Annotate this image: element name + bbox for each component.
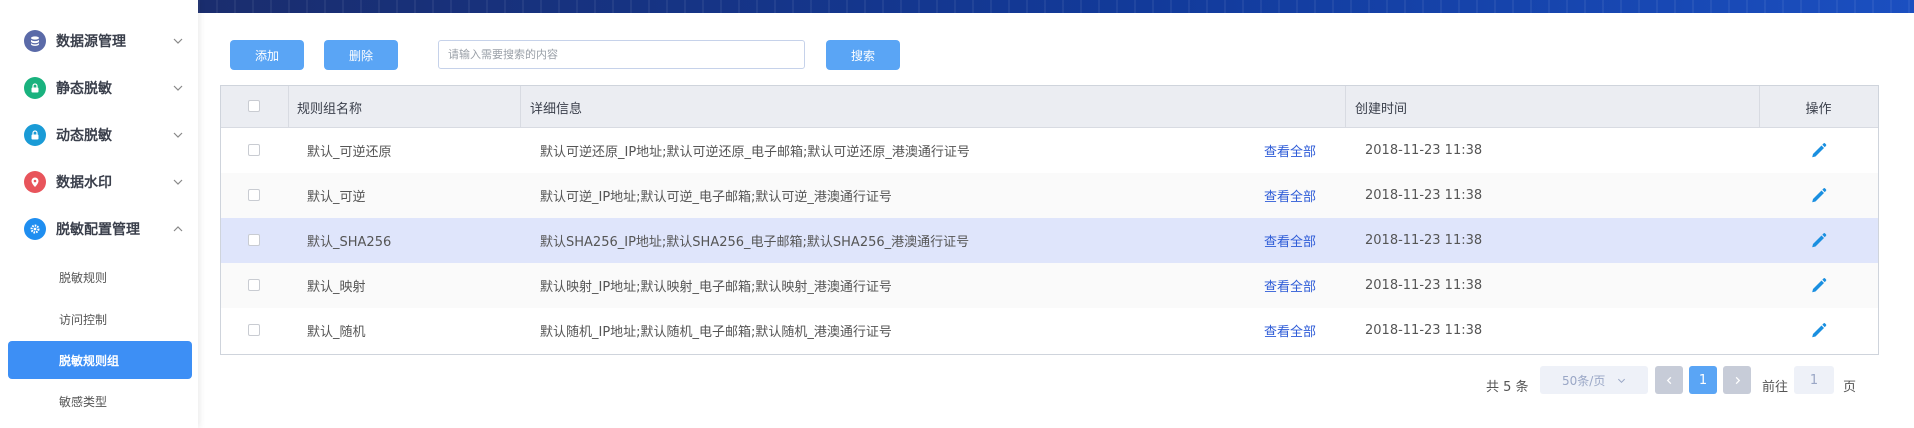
header-detail: 详细信息 xyxy=(530,101,583,117)
row-checkbox[interactable] xyxy=(248,324,260,336)
lock-icon xyxy=(24,77,46,99)
view-all-link[interactable]: 查看全部 xyxy=(1264,128,1316,173)
view-all-link[interactable]: 查看全部 xyxy=(1264,263,1316,308)
lock-icon xyxy=(24,124,46,146)
table-header: 规则组名称 详细信息 创建时间 操作 xyxy=(221,86,1878,128)
chevron-down-icon xyxy=(173,38,183,44)
sidebar: 数据源管理 静态脱敏 动态脱敏 数据水印 脱敏配置管理 脱敏规则 访问控制 脱敏… xyxy=(0,0,198,428)
cell-name: 默认_随机 xyxy=(307,325,366,340)
cell-created-time: 2018-11-23 11:38 xyxy=(1365,233,1483,248)
edit-icon[interactable] xyxy=(1809,140,1827,160)
menu-label: 动态脱敏 xyxy=(56,128,112,144)
search-button[interactable]: 搜索 xyxy=(826,40,900,70)
header-name: 规则组名称 xyxy=(297,101,363,117)
cell-name: 默认_可逆还原 xyxy=(307,145,392,160)
row-checkbox[interactable] xyxy=(248,144,260,156)
column-divider xyxy=(1345,86,1346,128)
submenu-item-access-control[interactable]: 访问控制 xyxy=(8,300,192,338)
cell-detail: 默认映射_IP地址;默认映射_电子邮箱;默认映射_港澳通行证号 xyxy=(540,280,892,295)
page-suffix: 页 xyxy=(1843,379,1857,395)
menu-label: 脱敏配置管理 xyxy=(56,222,140,238)
submenu-item-masking-rules[interactable]: 脱敏规则 xyxy=(8,258,192,296)
row-checkbox[interactable] xyxy=(248,279,260,291)
cell-detail: 默认可逆_IP地址;默认可逆_电子邮箱;默认可逆_港澳通行证号 xyxy=(540,190,892,205)
header-action: 操作 xyxy=(1805,101,1832,117)
gear-icon xyxy=(24,218,46,240)
submenu-item-sensitive-types[interactable]: 敏感类型 xyxy=(8,382,192,420)
menu-item-dynamic-masking[interactable]: 动态脱敏 xyxy=(0,112,198,158)
edit-icon[interactable] xyxy=(1809,185,1827,205)
menu-item-datasource[interactable]: 数据源管理 xyxy=(0,18,198,64)
table-row[interactable]: 默认_可逆还原 默认可逆还原_IP地址;默认可逆还原_电子邮箱;默认可逆还原_港澳… xyxy=(221,128,1878,173)
top-banner xyxy=(198,0,1914,13)
chevron-left-icon xyxy=(1666,376,1671,384)
total-count: 共 5 条 xyxy=(1486,379,1529,395)
delete-button[interactable]: 删除 xyxy=(324,40,398,70)
edit-icon[interactable] xyxy=(1809,275,1827,295)
view-all-link[interactable]: 查看全部 xyxy=(1264,218,1316,263)
database-icon xyxy=(24,30,46,52)
chevron-up-icon xyxy=(173,226,183,232)
add-button[interactable]: 添加 xyxy=(230,40,304,70)
column-divider xyxy=(520,86,521,128)
cell-name: 默认_SHA256 xyxy=(307,235,392,250)
table-row[interactable]: 默认_可逆 默认可逆_IP地址;默认可逆_电子邮箱;默认可逆_港澳通行证号 查看全部… xyxy=(221,173,1878,218)
cell-detail: 默认随机_IP地址;默认随机_电子邮箱;默认随机_港澳通行证号 xyxy=(540,325,892,340)
goto-label: 前往 xyxy=(1762,379,1789,395)
view-all-link[interactable]: 查看全部 xyxy=(1264,173,1316,218)
cell-created-time: 2018-11-23 11:38 xyxy=(1365,143,1483,158)
chevron-down-icon xyxy=(173,179,183,185)
menu-label: 数据源管理 xyxy=(56,34,126,50)
submenu-label: 访问控制 xyxy=(59,312,108,327)
row-checkbox[interactable] xyxy=(248,234,260,246)
cell-created-time: 2018-11-23 11:38 xyxy=(1365,323,1483,338)
table-row[interactable]: 默认_映射 默认映射_IP地址;默认映射_电子邮箱;默认映射_港澳通行证号 查看全部… xyxy=(221,263,1878,308)
location-pin-icon xyxy=(24,171,46,193)
view-all-link[interactable]: 查看全部 xyxy=(1264,308,1316,353)
submenu-label: 敏感类型 xyxy=(59,394,108,409)
chevron-down-icon xyxy=(173,85,183,91)
submenu-label: 脱敏规则组 xyxy=(59,353,120,368)
menu-item-watermark[interactable]: 数据水印 xyxy=(0,159,198,205)
chevron-right-icon xyxy=(1735,376,1740,384)
next-page-button[interactable] xyxy=(1723,366,1751,394)
page-number-button[interactable]: 1 xyxy=(1689,366,1717,394)
submenu-item-masking-rule-groups[interactable]: 脱敏规则组 xyxy=(8,341,192,379)
submenu-label: 脱敏规则 xyxy=(59,270,108,285)
page-size-value: 50条/页 xyxy=(1562,373,1606,388)
header-created-time: 创建时间 xyxy=(1355,101,1408,117)
edit-icon[interactable] xyxy=(1809,320,1827,340)
table-row[interactable]: 默认_随机 默认随机_IP地址;默认随机_电子邮箱;默认随机_港澳通行证号 查看全部… xyxy=(221,308,1878,353)
prev-page-button[interactable] xyxy=(1655,366,1683,394)
page-size-select[interactable]: 50条/页 xyxy=(1540,366,1648,394)
table-row[interactable]: 默认_SHA256 默认SHA256_IP地址;默认SHA256_电子邮箱;默认S… xyxy=(221,218,1878,263)
cell-created-time: 2018-11-23 11:38 xyxy=(1365,278,1483,293)
edit-icon[interactable] xyxy=(1809,230,1827,250)
rule-group-table: 规则组名称 详细信息 创建时间 操作 默认_可逆还原 默认可逆还原_IP地址;默认… xyxy=(220,85,1879,355)
column-divider xyxy=(288,86,289,128)
menu-label: 静态脱敏 xyxy=(56,81,112,97)
row-checkbox[interactable] xyxy=(248,189,260,201)
select-all-checkbox[interactable] xyxy=(248,100,260,112)
menu-label: 数据水印 xyxy=(56,175,112,191)
chevron-down-icon xyxy=(173,132,183,138)
chevron-down-icon xyxy=(1618,378,1626,383)
cell-detail: 默认可逆还原_IP地址;默认可逆还原_电子邮箱;默认可逆还原_港澳通行证号 xyxy=(540,145,970,160)
search-input[interactable] xyxy=(438,40,805,69)
goto-page-input[interactable]: 1 xyxy=(1794,366,1834,394)
cell-name: 默认_可逆 xyxy=(307,190,366,205)
cell-created-time: 2018-11-23 11:38 xyxy=(1365,188,1483,203)
cell-name: 默认_映射 xyxy=(307,280,366,295)
menu-item-static-masking[interactable]: 静态脱敏 xyxy=(0,65,198,111)
menu-item-masking-config[interactable]: 脱敏配置管理 xyxy=(0,206,198,252)
cell-detail: 默认SHA256_IP地址;默认SHA256_电子邮箱;默认SHA256_港澳通… xyxy=(540,235,970,250)
